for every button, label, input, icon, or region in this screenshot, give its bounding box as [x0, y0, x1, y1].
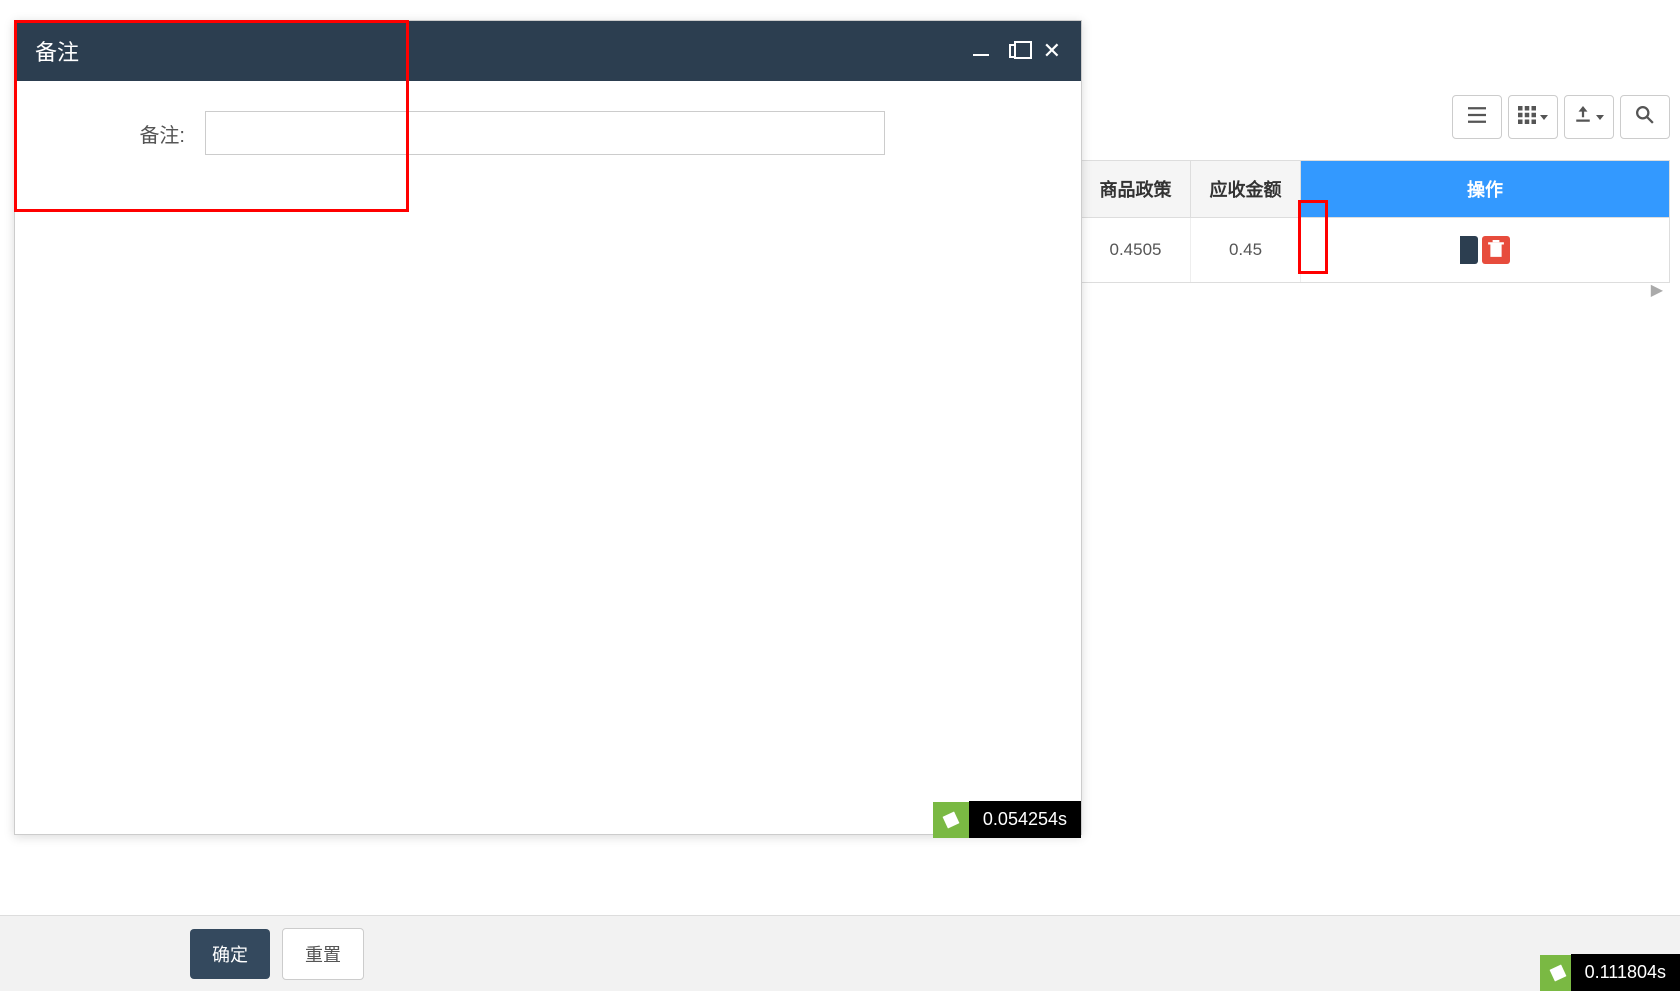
window-controls: ✕ — [973, 40, 1061, 62]
grid-icon — [1518, 106, 1536, 129]
perf-time-outer: 0.111804s — [1571, 954, 1680, 991]
background-toolbar — [1452, 95, 1670, 139]
footer: 确定 重置 — [0, 915, 1680, 991]
background-table: 商品政策 应收金额 操作 0.4505 0.45 ▶ — [1080, 160, 1670, 283]
scroll-right-arrow[interactable]: ▶ — [1651, 280, 1663, 300]
modal-body: 备注: 0.054254s — [15, 81, 1081, 834]
th-action: 操作 — [1301, 161, 1669, 217]
modal-title: 备注 — [35, 35, 79, 67]
close-button[interactable]: ✕ — [1043, 40, 1061, 62]
form-row-remark: 备注: — [55, 111, 1041, 155]
reset-button[interactable]: 重置 — [282, 928, 364, 980]
list-icon — [1468, 106, 1486, 129]
td-policy: 0.4505 — [1081, 218, 1191, 282]
trash-icon — [1487, 240, 1505, 261]
minimize-button[interactable] — [973, 46, 989, 56]
export-icon — [1574, 106, 1592, 129]
remark-label: 备注: — [55, 119, 185, 148]
perf-leaf-icon — [933, 802, 969, 838]
confirm-button[interactable]: 确定 — [190, 929, 270, 979]
remark-input[interactable] — [205, 111, 885, 155]
perf-badge-inner: 0.054254s — [933, 801, 1081, 838]
caret-down-icon — [1596, 115, 1604, 120]
delete-button[interactable] — [1482, 236, 1510, 264]
caret-down-icon — [1540, 115, 1548, 120]
remark-modal: 备注 ✕ 备注: 0.054254s — [14, 20, 1082, 835]
table-header-row: 商品政策 应收金额 操作 — [1081, 161, 1669, 218]
th-policy: 商品政策 — [1081, 161, 1191, 217]
td-receivable: 0.45 — [1191, 218, 1301, 282]
toolbar-list-button[interactable] — [1452, 95, 1502, 139]
maximize-button[interactable] — [1009, 44, 1023, 58]
search-icon — [1636, 106, 1654, 129]
table-row: 0.4505 0.45 — [1081, 218, 1669, 282]
toolbar-grid-button[interactable] — [1508, 95, 1558, 139]
modal-header: 备注 ✕ — [15, 21, 1081, 81]
td-actions — [1301, 218, 1669, 282]
perf-time-inner: 0.054254s — [969, 801, 1081, 838]
minimize-icon — [973, 54, 989, 56]
toolbar-export-button[interactable] — [1564, 95, 1614, 139]
toolbar-search-button[interactable] — [1620, 95, 1670, 139]
th-receivable: 应收金额 — [1191, 161, 1301, 217]
action-partial-button[interactable] — [1460, 236, 1478, 264]
maximize-icon — [1009, 44, 1023, 58]
